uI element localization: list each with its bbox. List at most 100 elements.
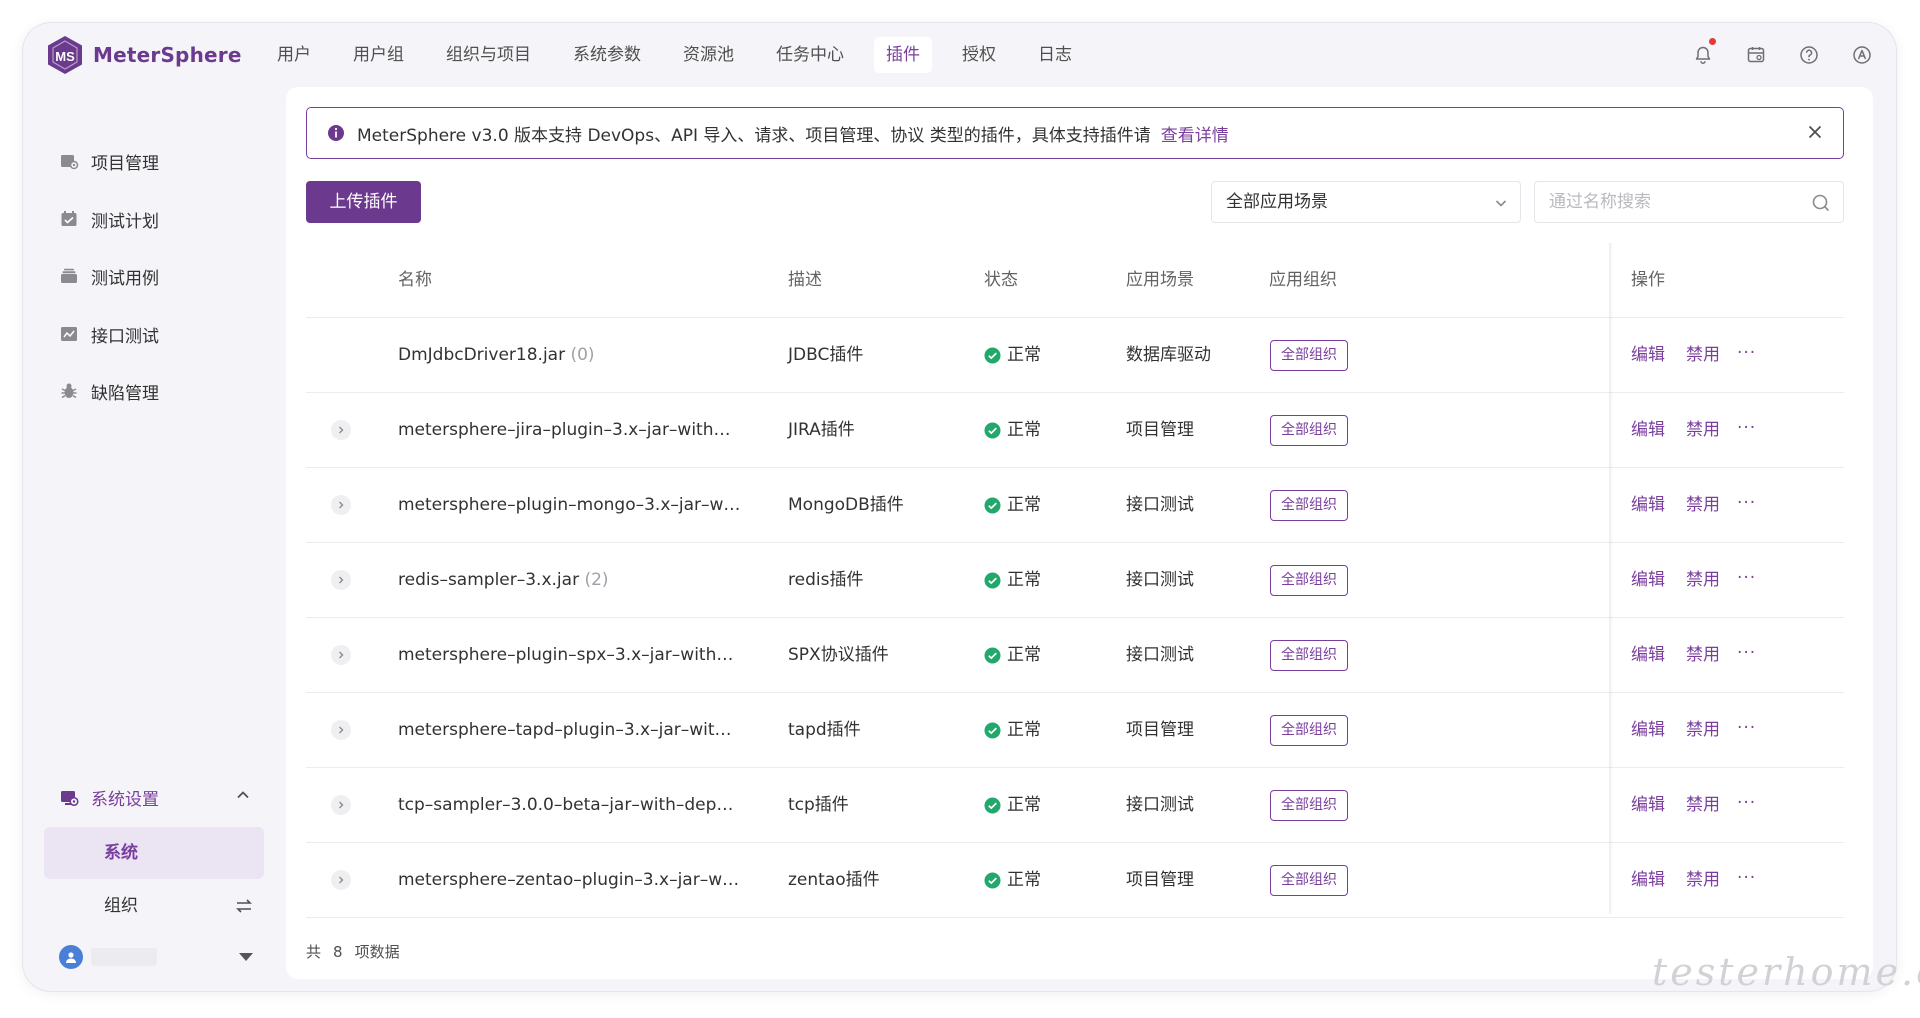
logo[interactable]: MS MeterSphere: [45, 35, 242, 75]
disable-button[interactable]: 禁用: [1686, 843, 1720, 917]
expand-row-icon[interactable]: [331, 870, 351, 890]
nav-tab[interactable]: 任务中心: [764, 37, 856, 73]
sidebar-item-api-test[interactable]: 接口测试: [59, 320, 159, 348]
more-button[interactable]: ···: [1737, 543, 1756, 613]
org-tag[interactable]: 全部组织: [1270, 340, 1348, 371]
alert-details-link[interactable]: 查看详情: [1161, 121, 1229, 146]
expand-row-icon[interactable]: [331, 420, 351, 440]
org-tag[interactable]: 全部组织: [1270, 565, 1348, 596]
expand-row-icon[interactable]: [331, 570, 351, 590]
expand-row-icon[interactable]: [331, 495, 351, 515]
plugin-name: metersphere–tapd–plugin–3.x–jar–wit…: [398, 720, 732, 740]
caret-down-icon[interactable]: [239, 953, 253, 961]
table-row: metersphere–zentao–plugin–3.x–jar–w… zen…: [306, 843, 1844, 918]
check-circle-icon: [984, 722, 1001, 738]
bell-icon[interactable]: [1689, 38, 1717, 69]
total-number: 8: [333, 943, 343, 961]
more-button[interactable]: ···: [1737, 768, 1756, 838]
plugin-name-cell: redis–sampler–3.x.jar (2): [398, 543, 609, 617]
org-tag[interactable]: 全部组织: [1270, 715, 1348, 746]
disable-button[interactable]: 禁用: [1686, 543, 1720, 617]
language-icon[interactable]: [1848, 41, 1876, 69]
check-circle-icon: [984, 872, 1001, 888]
more-button[interactable]: ···: [1737, 393, 1756, 463]
edit-button[interactable]: 编辑: [1631, 393, 1665, 467]
sidebar-item-test-case[interactable]: 测试用例: [59, 262, 159, 290]
sidebar-item-label: 测试计划: [91, 211, 159, 232]
edit-button[interactable]: 编辑: [1631, 543, 1665, 617]
help-icon[interactable]: [1795, 41, 1823, 69]
test-plan-icon: [61, 211, 77, 226]
plugin-name-cell: metersphere–tapd–plugin–3.x–jar–wit…: [398, 693, 732, 767]
user-menu[interactable]: [59, 941, 271, 973]
more-button[interactable]: ···: [1737, 843, 1756, 913]
calendar-icon[interactable]: [1742, 41, 1770, 69]
swap-icon[interactable]: [234, 896, 254, 916]
expand-row-icon[interactable]: [331, 720, 351, 740]
scene-select[interactable]: 全部应用场景: [1211, 181, 1521, 223]
more-button[interactable]: ···: [1737, 318, 1756, 388]
disable-button[interactable]: 禁用: [1686, 618, 1720, 692]
nav-tab[interactable]: 授权: [950, 37, 1008, 73]
plugin-desc: JDBC插件: [788, 345, 864, 365]
sidebar-group-system-settings[interactable]: 系统设置: [59, 785, 271, 810]
org-tag[interactable]: 全部组织: [1270, 640, 1348, 671]
project-icon: [61, 155, 79, 170]
expand-row-icon[interactable]: [331, 645, 351, 665]
plugin-name: redis–sampler–3.x.jar: [398, 570, 580, 590]
nav-tab[interactable]: 系统参数: [561, 37, 653, 73]
nav-tab[interactable]: 日志: [1026, 37, 1084, 73]
edit-button[interactable]: 编辑: [1631, 843, 1665, 917]
org-tag[interactable]: 全部组织: [1270, 790, 1348, 821]
scene-select-value: 全部应用场景: [1226, 192, 1328, 212]
chevron-up-icon[interactable]: [235, 787, 251, 803]
status-text: 正常: [1007, 795, 1041, 815]
close-icon[interactable]: [1805, 122, 1825, 142]
more-button[interactable]: ···: [1737, 693, 1756, 763]
nav-tab[interactable]: 插件: [874, 37, 932, 73]
more-button[interactable]: ···: [1737, 618, 1756, 688]
org-tag[interactable]: 全部组织: [1270, 865, 1348, 896]
sidebar-item-test-plan[interactable]: 测试计划: [59, 205, 159, 233]
disable-button[interactable]: 禁用: [1686, 768, 1720, 842]
nav-tab[interactable]: 用户组: [341, 37, 416, 73]
sidebar-item-project[interactable]: 项目管理: [59, 147, 159, 175]
org-tag[interactable]: 全部组织: [1270, 490, 1348, 521]
sidebar-subitem-organization[interactable]: 组织: [104, 890, 254, 922]
status-cell: 正常: [984, 318, 1041, 392]
top-bar: MS MeterSphere 用户 用户组 组织与项目 系统参数 资源池 任务中心 插件 授权…: [23, 23, 1896, 87]
sidebar-item-bug[interactable]: 缺陷管理: [59, 377, 159, 405]
nav-tab[interactable]: 资源池: [671, 37, 746, 73]
watermark: testerhome.com: [1652, 950, 1920, 994]
metersphere-logo-icon: MS: [48, 36, 82, 74]
sidebar-subitem-system[interactable]: 系统: [44, 827, 264, 879]
edit-button[interactable]: 编辑: [1631, 318, 1665, 392]
search-icon[interactable]: [1811, 193, 1831, 213]
disable-button[interactable]: 禁用: [1686, 468, 1720, 542]
edit-button[interactable]: 编辑: [1631, 693, 1665, 767]
nav-tab[interactable]: 组织与项目: [434, 37, 543, 73]
plugin-scene: 项目管理: [1126, 420, 1194, 440]
disable-button[interactable]: 禁用: [1686, 318, 1720, 392]
table-row: metersphere–jira–plugin–3.x–jar–with… JI…: [306, 393, 1844, 468]
more-button[interactable]: ···: [1737, 468, 1756, 538]
search-input[interactable]: [1549, 192, 1799, 212]
table-row: metersphere–plugin–spx–3.x–jar–with… SPX…: [306, 618, 1844, 693]
edit-button[interactable]: 编辑: [1631, 768, 1665, 842]
expand-row-icon[interactable]: [331, 795, 351, 815]
search-field[interactable]: [1534, 181, 1844, 223]
disable-button[interactable]: 禁用: [1686, 693, 1720, 767]
edit-button[interactable]: 编辑: [1631, 618, 1665, 692]
api-test-icon: [61, 327, 77, 341]
org-tag[interactable]: 全部组织: [1270, 415, 1348, 446]
nav-tab[interactable]: 用户: [265, 37, 323, 73]
status-text: 正常: [1007, 345, 1041, 365]
logo-letters: MS: [55, 49, 75, 64]
table-body: DmJdbcDriver18.jar (0) JDBC插件 正常 数据库驱动 全部组织编…: [306, 318, 1844, 918]
plugin-name-cell: metersphere–zentao–plugin–3.x–jar–w…: [398, 843, 739, 917]
disable-button[interactable]: 禁用: [1686, 393, 1720, 467]
upload-plugin-button[interactable]: 上传插件: [306, 181, 421, 223]
sidebar-item-label: 项目管理: [91, 153, 159, 174]
edit-button[interactable]: 编辑: [1631, 468, 1665, 542]
plugin-desc: tapd插件: [788, 720, 861, 740]
